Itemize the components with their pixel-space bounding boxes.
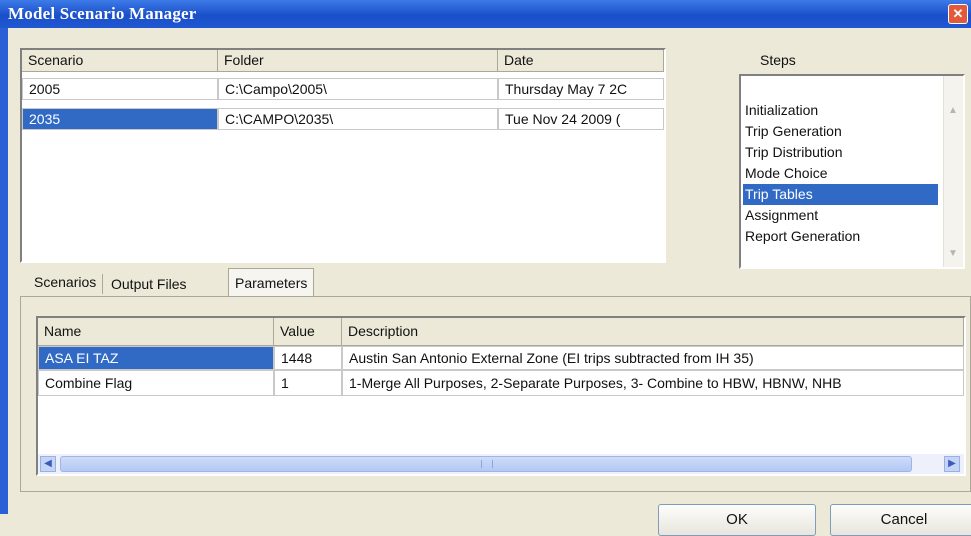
steps-label: Steps	[760, 52, 796, 68]
chevron-left-icon[interactable]: ◀	[40, 456, 56, 472]
grip-icon	[481, 460, 493, 468]
cancel-button[interactable]: Cancel	[830, 504, 971, 536]
parameter-description-cell[interactable]: 1-Merge All Purposes, 2-Separate Purpose…	[342, 370, 964, 396]
parameter-description-cell[interactable]: Austin San Antonio External Zone (EI tri…	[342, 346, 964, 370]
column-header-date[interactable]: Date	[498, 50, 664, 72]
step-item[interactable]: Trip Generation	[743, 121, 938, 142]
step-item[interactable]: Trip Distribution	[743, 142, 938, 163]
dialog-body: Scenario Folder Date 2005 C:\Campo\2005\…	[8, 28, 971, 536]
steps-scrollbar[interactable]: ▲ ▼	[943, 76, 963, 267]
ok-button[interactable]: OK	[658, 504, 816, 536]
window-left-border	[0, 28, 8, 514]
close-icon[interactable]: ✕	[948, 4, 968, 24]
chevron-down-icon[interactable]: ▼	[946, 247, 960, 261]
step-item-selected[interactable]: Trip Tables	[743, 184, 938, 205]
steps-list[interactable]: Initialization Trip Generation Trip Dist…	[739, 74, 965, 269]
window-title: Model Scenario Manager	[8, 4, 197, 23]
step-item[interactable]: Assignment	[743, 205, 938, 226]
date-cell[interactable]: Thursday May 7 2C	[498, 78, 664, 100]
scenario-cell[interactable]: 2035	[22, 108, 218, 130]
horizontal-scrollbar[interactable]: ◀ ▶	[38, 454, 964, 474]
step-item[interactable]: Initialization	[743, 100, 938, 121]
step-item[interactable]: Mode Choice	[743, 163, 938, 184]
column-header-value[interactable]: Value	[274, 318, 342, 346]
column-header-name[interactable]: Name	[38, 318, 274, 346]
title-bar: Model Scenario Manager ✕	[0, 0, 971, 28]
step-item[interactable]: Report Generation	[743, 226, 938, 247]
folder-cell[interactable]: C:\Campo\2005\	[218, 78, 498, 100]
parameters-table: Name Value Description ASA EI TAZ 1448 A…	[36, 316, 966, 476]
date-cell[interactable]: Tue Nov 24 2009 (	[498, 108, 664, 130]
parameter-name-cell[interactable]: ASA EI TAZ	[38, 346, 274, 370]
parameter-name-cell[interactable]: Combine Flag	[38, 370, 274, 396]
tab-output-files[interactable]: Output Files	[102, 274, 192, 294]
folder-cell[interactable]: C:\CAMPO\2035\	[218, 108, 498, 130]
scenario-cell[interactable]: 2005	[22, 78, 218, 100]
tab-parameters[interactable]: Parameters	[228, 268, 315, 296]
scenario-table: Scenario Folder Date 2005 C:\Campo\2005\…	[20, 48, 666, 263]
parameter-value-cell[interactable]: 1448	[274, 346, 342, 370]
tab-scenarios[interactable]: Scenarios	[28, 268, 102, 296]
column-header-folder[interactable]: Folder	[218, 50, 498, 72]
chevron-up-icon[interactable]: ▲	[946, 104, 960, 118]
parameter-value-cell[interactable]: 1	[274, 370, 342, 396]
column-header-description[interactable]: Description	[342, 318, 964, 346]
chevron-right-icon[interactable]: ▶	[944, 456, 960, 472]
scrollbar-thumb[interactable]	[60, 456, 912, 472]
column-header-scenario[interactable]: Scenario	[22, 50, 218, 72]
